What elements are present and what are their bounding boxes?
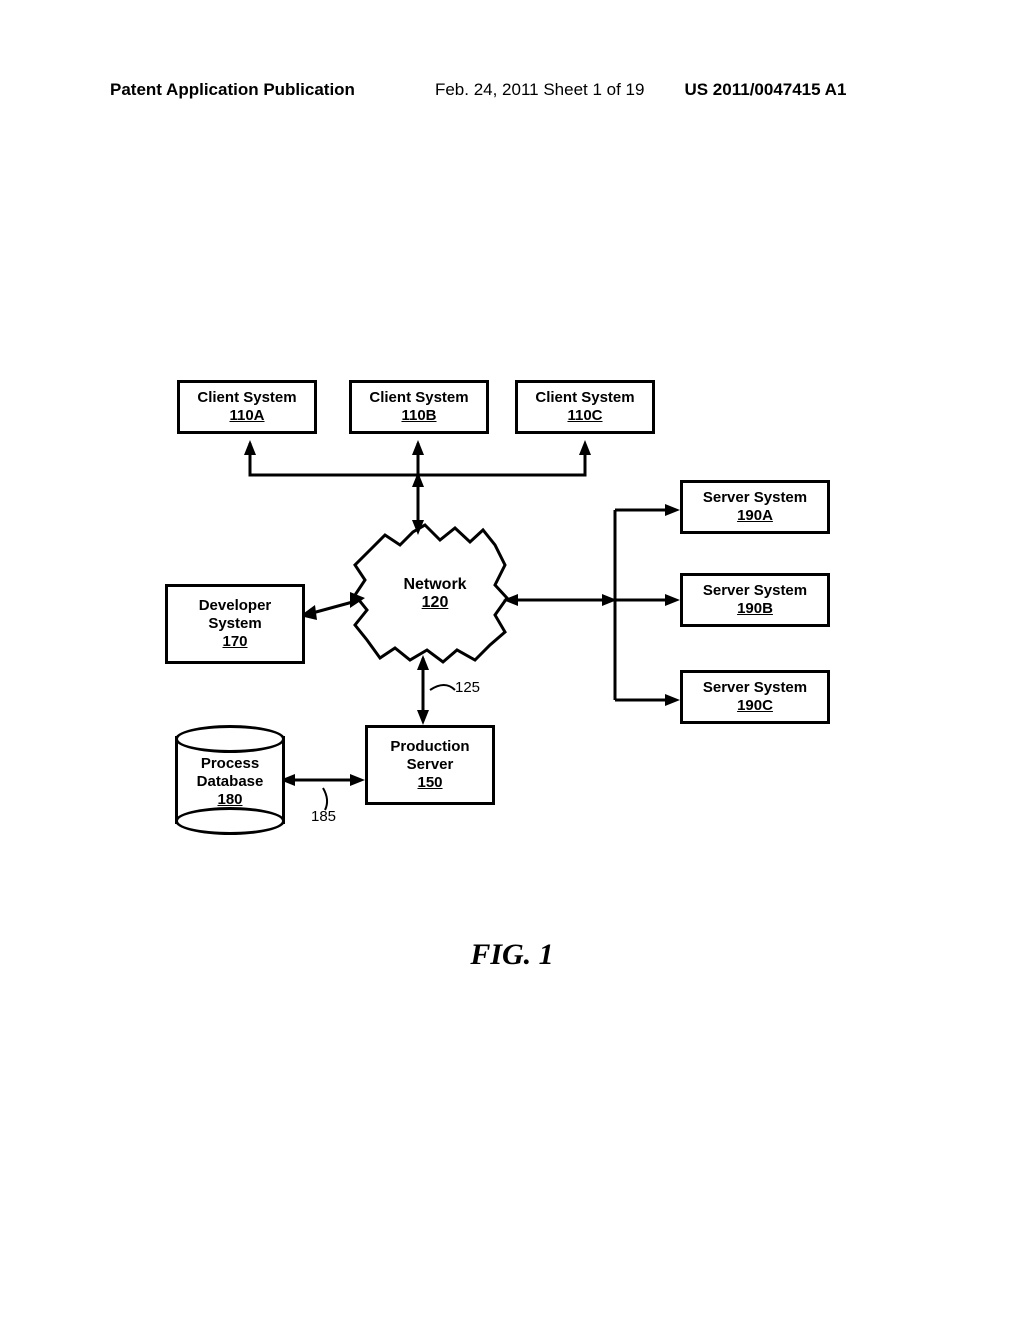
- production-title: Production Server: [390, 738, 469, 773]
- client-a-ref: 110A: [184, 407, 310, 425]
- header-left: Patent Application Publication: [110, 80, 355, 100]
- server-c-ref: 190C: [687, 697, 823, 715]
- developer-system-box: Developer System 170: [165, 584, 305, 664]
- client-system-a-box: Client System 110A: [177, 380, 317, 434]
- server-b-title: Server System: [703, 582, 807, 599]
- header-right: US 2011/0047415 A1: [684, 80, 846, 100]
- developer-ref: 170: [174, 633, 296, 651]
- client-system-c-box: Client System 110C: [515, 380, 655, 434]
- server-a-ref: 190A: [687, 507, 823, 525]
- production-server-box: Production Server 150: [365, 725, 495, 805]
- client-c-title: Client System: [535, 389, 634, 406]
- server-a-title: Server System: [703, 489, 807, 506]
- server-system-b-box: Server System 190B: [680, 573, 830, 627]
- developer-title: Developer System: [199, 597, 272, 632]
- page-header: Patent Application Publication Feb. 24, …: [0, 80, 1024, 100]
- server-system-c-box: Server System 190C: [680, 670, 830, 724]
- client-a-title: Client System: [197, 389, 296, 406]
- annotation-185: 185: [311, 808, 336, 825]
- figure-caption: FIG. 1: [0, 938, 1024, 972]
- annotation-125: 125: [455, 679, 480, 696]
- client-b-ref: 110B: [356, 407, 482, 425]
- server-c-title: Server System: [703, 679, 807, 696]
- client-b-title: Client System: [369, 389, 468, 406]
- database-ref: 180: [175, 791, 285, 809]
- database-title: Process Database: [197, 755, 264, 790]
- process-database-cylinder: Process Database 180: [175, 735, 285, 825]
- header-mid: Feb. 24, 2011 Sheet 1 of 19: [435, 80, 645, 100]
- client-system-b-box: Client System 110B: [349, 380, 489, 434]
- server-system-a-box: Server System 190A: [680, 480, 830, 534]
- production-ref: 150: [374, 774, 486, 792]
- server-b-ref: 190B: [687, 600, 823, 618]
- system-diagram: Client System 110A Client System 110B Cl…: [155, 380, 855, 920]
- network-ref: 120: [385, 594, 485, 612]
- client-c-ref: 110C: [522, 407, 648, 425]
- network-block: Network 120: [385, 576, 485, 612]
- network-title: Network: [403, 576, 466, 593]
